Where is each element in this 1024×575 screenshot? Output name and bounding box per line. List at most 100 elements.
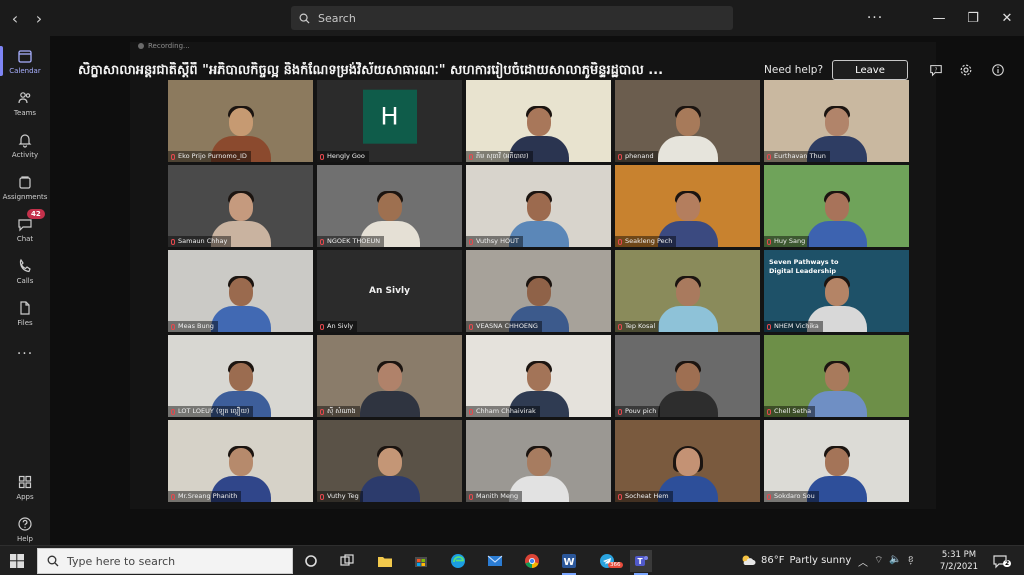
rail-item-calls[interactable]: Calls: [0, 250, 50, 292]
rail-label: Teams: [13, 108, 37, 117]
participant-name-tag: Mr.Sreang Phanith: [168, 491, 242, 502]
participant-name-tag: ស៊ី សំណាង: [317, 406, 360, 417]
rail-item-activity[interactable]: Activity: [0, 124, 50, 166]
participant-name: Seakleng Pech: [625, 237, 673, 245]
rail-label: Calls: [16, 276, 34, 285]
files-icon: [20, 300, 30, 315]
rail-item-help[interactable]: Help: [0, 508, 50, 550]
search-input[interactable]: Search: [291, 6, 733, 30]
participant-tile[interactable]: Huy Sang: [764, 165, 909, 247]
chrome-icon[interactable]: [521, 550, 543, 572]
forward-arrow-icon[interactable]: ›: [28, 7, 50, 29]
wifi-icon[interactable]: ⌔: [874, 554, 883, 569]
participant-tile[interactable]: NGOEK THOEUN: [317, 165, 462, 247]
participant-tile[interactable]: Eurthavan Thun: [764, 80, 909, 162]
weather-temp: 86°F: [761, 554, 785, 566]
participant-tile[interactable]: LOT LOEUY (ឡុត ល្អឿយ): [168, 335, 313, 417]
participant-name-tag: Vuthsy HOUT: [466, 236, 523, 247]
participant-tile[interactable]: Sokdaro Sou: [764, 420, 909, 502]
word-icon[interactable]: W: [558, 550, 580, 575]
chevron-up-icon[interactable]: ︿: [858, 554, 868, 569]
close-icon[interactable]: ✕: [990, 0, 1024, 36]
assignments-icon: [19, 175, 31, 189]
rail-item-files[interactable]: Files: [0, 292, 50, 334]
search-icon: [47, 555, 59, 567]
weather-desc: Partly sunny: [789, 554, 852, 566]
system-tray: ︿ ⌔ 🔈 ខ្: [858, 554, 914, 569]
leave-button[interactable]: Leave: [832, 60, 908, 80]
store-icon[interactable]: [410, 550, 432, 572]
rail-item-teams[interactable]: Teams: [0, 82, 50, 124]
participant-tile[interactable]: ស៊ី សំណាង: [317, 335, 462, 417]
participant-tile[interactable]: phenand: [615, 80, 760, 162]
telegram-icon[interactable]: 366: [596, 550, 623, 572]
rail-item-chat[interactable]: 42 Chat: [0, 208, 50, 250]
participant-tile[interactable]: An Sivly An Sivly: [317, 250, 462, 332]
participant-tile[interactable]: Samaun Chhay: [168, 165, 313, 247]
muted-mic-icon: [469, 493, 473, 500]
participant-tile[interactable]: VEASNA CHHOENG: [466, 250, 611, 332]
rail-label: Assignments: [2, 192, 48, 201]
edge-icon[interactable]: [447, 550, 469, 572]
more-apps-icon[interactable]: ...: [0, 342, 50, 358]
participant-name-tag: Vuthy Teg: [317, 491, 363, 502]
file-explorer-icon[interactable]: [374, 550, 396, 572]
muted-mic-icon: [469, 408, 473, 415]
calendar-icon: [18, 49, 32, 63]
participant-tile[interactable]: Pouv pich: [615, 335, 760, 417]
participant-name-tag: Hengly Goo: [317, 151, 369, 162]
rail-item-apps[interactable]: Apps: [0, 466, 50, 508]
participant-tile[interactable]: Mr.Sreang Phanith: [168, 420, 313, 502]
info-icon[interactable]: [990, 62, 1006, 78]
participant-tile[interactable]: Vuthsy HOUT: [466, 165, 611, 247]
taskbar-search-input[interactable]: Type here to search: [37, 548, 293, 574]
language-icon[interactable]: ខ្: [908, 554, 914, 569]
participant-tile[interactable]: H Hengly Goo: [317, 80, 462, 162]
participant-tile[interactable]: Seven Pathways to Digital Leadership NHEM…: [764, 250, 909, 332]
participant-name: Vuthsy HOUT: [476, 237, 519, 245]
rail-item-calendar[interactable]: Calendar: [0, 40, 50, 82]
cortana-icon[interactable]: [300, 550, 322, 572]
participant-video: [806, 359, 867, 417]
participant-name: Mr.Sreang Phanith: [178, 492, 238, 500]
volume-icon[interactable]: 🔈: [889, 554, 901, 569]
teams-taskbar-icon[interactable]: T: [630, 550, 652, 575]
participant-tile[interactable]: Vuthy Teg: [317, 420, 462, 502]
need-help-link[interactable]: Need help?: [764, 64, 823, 76]
participant-name-tag: Eurthavan Thun: [764, 151, 830, 162]
weather-widget[interactable]: 86°F Partly sunny: [740, 553, 851, 567]
muted-mic-icon: [767, 408, 771, 415]
participant-tile[interactable]: Meas Bung: [168, 250, 313, 332]
clock[interactable]: 5:31 PM 7/2/2021: [936, 549, 982, 573]
participant-grid: Eko Prijo Purnomo_ID H Hengly Goo ភីម សុធាវ…: [168, 80, 909, 502]
participant-tile[interactable]: ភីម សុធាវី (អភិបាល): [466, 80, 611, 162]
participant-name: Eurthavan Thun: [774, 152, 826, 160]
muted-mic-icon: [618, 323, 622, 330]
settings-gear-icon[interactable]: [958, 62, 974, 78]
participant-name-tag: NHEM Vichika: [764, 321, 823, 332]
participant-name: Manith Meng: [476, 492, 519, 500]
participant-tile[interactable]: Seakleng Pech: [615, 165, 760, 247]
mail-icon[interactable]: [484, 550, 506, 572]
muted-mic-icon: [320, 493, 324, 500]
participant-tile[interactable]: Eko Prijo Purnomo_ID: [168, 80, 313, 162]
more-options-icon[interactable]: ···: [864, 7, 886, 29]
recording-indicator: Recording...: [138, 42, 190, 50]
minimize-icon[interactable]: —: [922, 0, 956, 36]
participant-tile[interactable]: Socheat Hem: [615, 420, 760, 502]
participant-video: [657, 359, 718, 417]
back-arrow-icon[interactable]: ‹: [4, 7, 26, 29]
feedback-icon[interactable]: ?: [928, 62, 944, 78]
participant-tile[interactable]: Chell Setha: [764, 335, 909, 417]
participant-tile[interactable]: Chham Chhaivirak: [466, 335, 611, 417]
restore-icon[interactable]: ❐: [956, 0, 990, 36]
muted-mic-icon: [320, 238, 324, 245]
participant-tile[interactable]: Tep Kosal: [615, 250, 760, 332]
recording-dot-icon: [138, 43, 144, 49]
task-view-icon[interactable]: [336, 550, 358, 572]
windows-start-icon[interactable]: [10, 554, 24, 568]
participant-tile[interactable]: Manith Meng: [466, 420, 611, 502]
participant-name: Samaun Chhay: [178, 237, 228, 245]
participant-name-tag: Huy Sang: [764, 236, 810, 247]
rail-item-assignments[interactable]: Assignments: [0, 166, 50, 208]
